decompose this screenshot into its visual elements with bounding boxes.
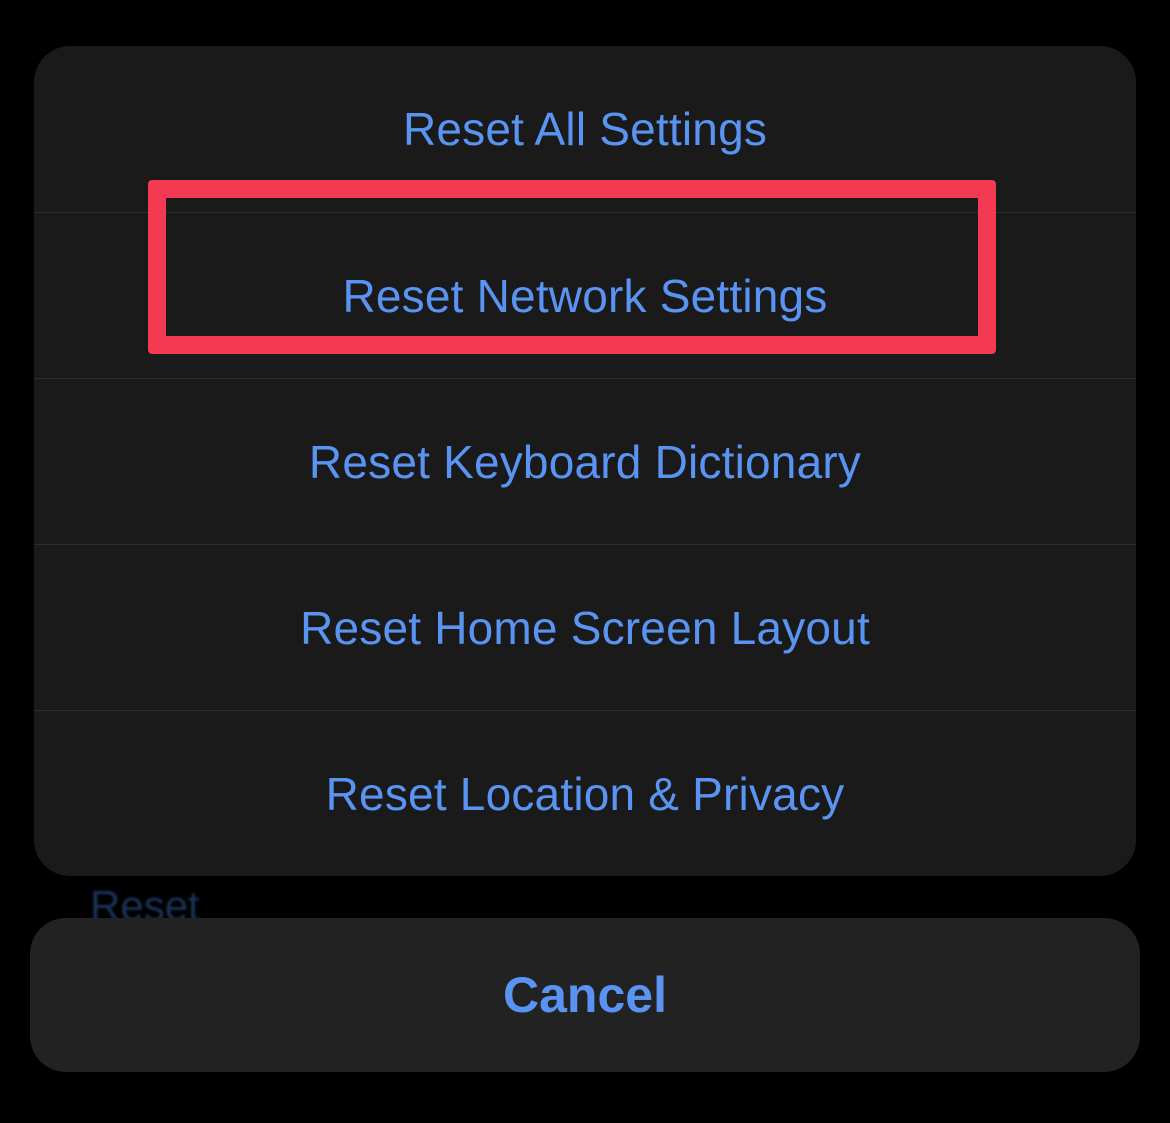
reset-action-sheet: Reset All Settings Reset Network Setting… [34, 46, 1136, 876]
reset-keyboard-dictionary-button[interactable]: Reset Keyboard Dictionary [34, 378, 1136, 544]
action-label: Reset All Settings [403, 102, 767, 156]
action-sheet-backdrop: Reset Reset All Settings Reset Network S… [0, 0, 1170, 1123]
reset-network-settings-button[interactable]: Reset Network Settings [34, 212, 1136, 378]
action-label: Reset Network Settings [342, 269, 827, 323]
reset-all-settings-button[interactable]: Reset All Settings [34, 46, 1136, 212]
cancel-button[interactable]: Cancel [30, 918, 1140, 1072]
cancel-label: Cancel [503, 966, 667, 1024]
action-label: Reset Keyboard Dictionary [309, 435, 861, 489]
reset-location-privacy-button[interactable]: Reset Location & Privacy [34, 710, 1136, 876]
reset-home-screen-layout-button[interactable]: Reset Home Screen Layout [34, 544, 1136, 710]
action-label: Reset Home Screen Layout [300, 601, 870, 655]
action-label: Reset Location & Privacy [326, 767, 845, 821]
